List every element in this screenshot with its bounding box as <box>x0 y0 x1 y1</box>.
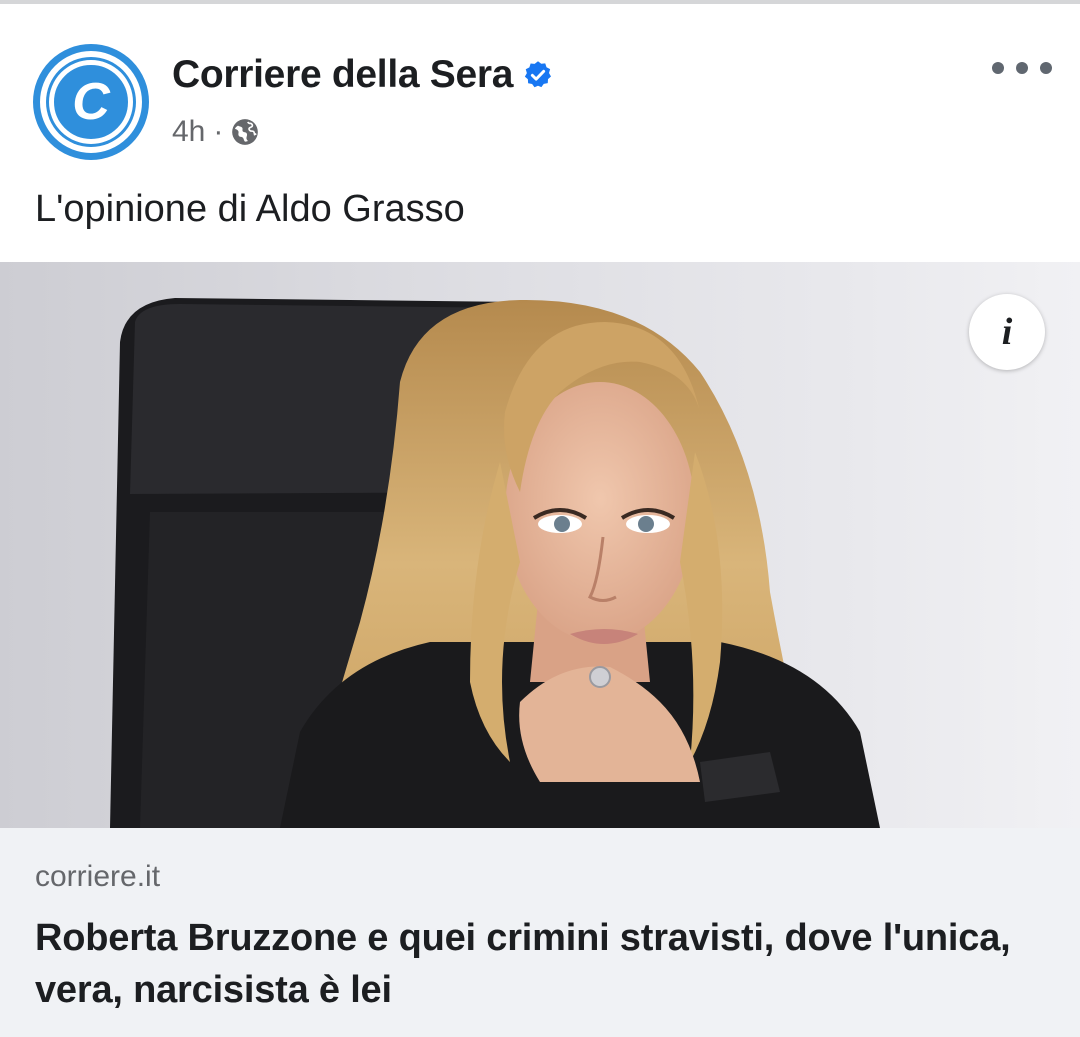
verified-badge-icon <box>525 61 552 88</box>
globe-icon <box>232 119 259 145</box>
post-time[interactable]: 4h <box>172 115 205 149</box>
more-dot-icon <box>992 62 1004 74</box>
more-dot-icon <box>1016 62 1028 74</box>
link-title[interactable]: Roberta Bruzzone e quei crimini stravist… <box>35 912 1035 1016</box>
avatar-logo: C <box>49 60 133 144</box>
more-dot-icon <box>1040 62 1052 74</box>
meta-separator: · <box>213 115 224 148</box>
link-domain: corriere.it <box>35 860 161 893</box>
link-preview[interactable]: corriere.it Roberta Bruzzone e quei crim… <box>0 828 1080 1037</box>
page-name[interactable]: Corriere della Sera <box>172 53 513 97</box>
info-button[interactable]: i <box>969 294 1045 370</box>
post-message: L'opinione di Aldo Grasso <box>35 188 465 230</box>
post-meta: 4h · <box>172 112 259 152</box>
post-header: C Corriere della Sera 4h · <box>0 4 1080 164</box>
post-photo[interactable] <box>0 262 1080 828</box>
avatar-letter: C <box>72 73 110 131</box>
page-name-row: Corriere della Sera <box>172 50 553 100</box>
photo-illustration <box>110 298 880 828</box>
page-avatar[interactable]: C <box>33 44 149 160</box>
more-options-button[interactable] <box>992 56 1052 80</box>
